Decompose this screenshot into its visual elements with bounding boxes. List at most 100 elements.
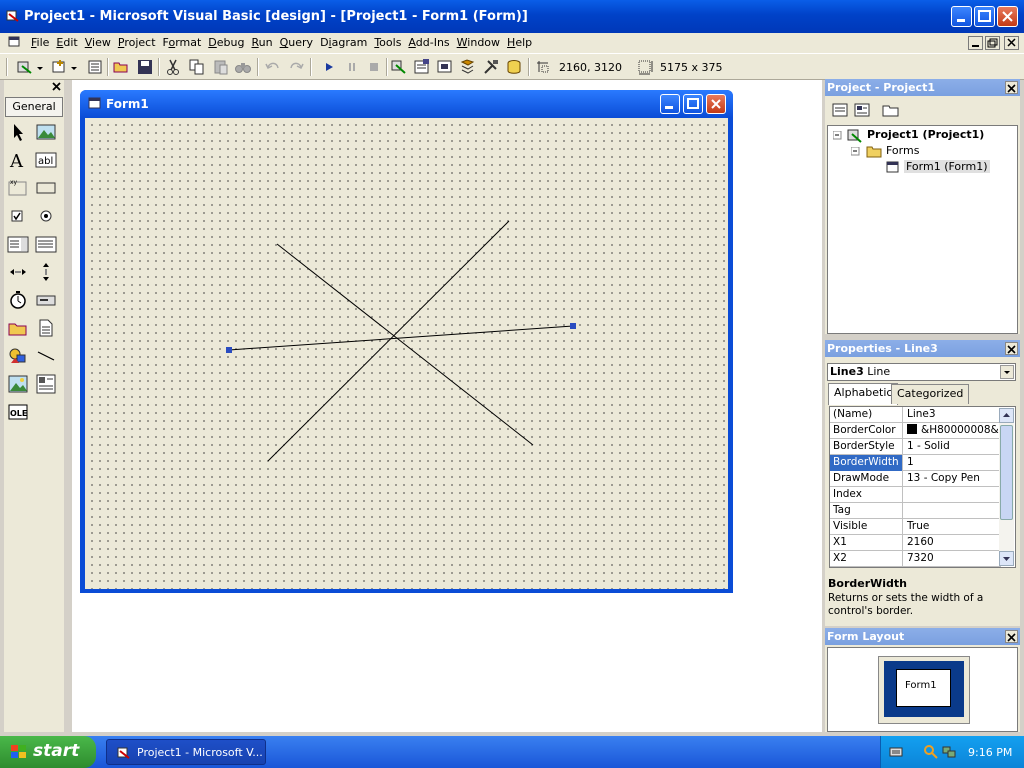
menu-edit[interactable]: Edit [53, 36, 80, 49]
tree-item-forms-folder[interactable]: Forms [886, 144, 919, 157]
property-row[interactable]: Tag [830, 503, 1001, 519]
break-icon[interactable] [343, 58, 361, 76]
selection-handle[interactable] [570, 323, 576, 329]
view-object-icon[interactable] [853, 101, 871, 119]
property-row[interactable]: BorderStyle 1 - Solid [830, 439, 1001, 455]
property-value[interactable]: 1 - Solid [905, 439, 1001, 455]
property-row[interactable]: (Name) Line3 [830, 407, 1001, 423]
property-row[interactable]: Index [830, 487, 1001, 503]
label-tool-icon[interactable]: A [7, 149, 29, 171]
commandbutton-tool-icon[interactable] [35, 177, 57, 199]
form-title-bar[interactable]: Form1 [80, 90, 733, 118]
property-row[interactable]: X1 2160 [830, 535, 1001, 551]
property-value[interactable] [905, 503, 1001, 519]
toolbox-icon[interactable] [482, 58, 500, 76]
add-project-icon[interactable] [16, 58, 34, 76]
project-panel-close-button[interactable] [1005, 81, 1018, 94]
dirlistbox-tool-icon[interactable] [7, 317, 29, 339]
property-value[interactable]: &H80000008& [905, 423, 1001, 439]
filelistbox-tool-icon[interactable] [35, 317, 57, 339]
properties-panel-close-button[interactable] [1005, 342, 1018, 355]
line-control-2[interactable] [267, 220, 510, 462]
mdi-restore-button[interactable] [985, 36, 1000, 50]
menu-format[interactable]: Format [160, 36, 205, 49]
taskbar-item-vb[interactable]: Project1 - Microsoft V... [106, 739, 266, 765]
toolbar-grip[interactable] [6, 58, 8, 76]
line-control-line3[interactable] [228, 325, 574, 351]
property-value[interactable]: 13 - Copy Pen [905, 471, 1001, 487]
menu-window[interactable]: Window [454, 36, 503, 49]
form-layout-icon[interactable] [436, 58, 454, 76]
cut-icon[interactable] [164, 58, 182, 76]
form-icon[interactable] [88, 97, 101, 110]
menu-query[interactable]: Query [277, 36, 316, 49]
form-layout-close-button[interactable] [1005, 630, 1018, 643]
menu-diagram[interactable]: Diagram [317, 36, 370, 49]
property-row[interactable]: BorderColor &H80000008& [830, 423, 1001, 439]
form-close-button[interactable] [706, 94, 726, 114]
search-icon[interactable] [923, 744, 939, 760]
menu-project[interactable]: Project [115, 36, 159, 49]
copy-icon[interactable] [188, 58, 206, 76]
menu-file[interactable]: File [28, 36, 52, 49]
property-value[interactable]: 1 [905, 455, 1001, 471]
find-icon[interactable] [234, 58, 252, 76]
frame-tool-icon[interactable]: xy [7, 177, 29, 199]
property-row[interactable]: DrawMode 13 - Copy Pen [830, 471, 1001, 487]
vb-app-icon[interactable] [6, 9, 20, 23]
paste-icon[interactable] [212, 58, 230, 76]
close-icon[interactable] [50, 81, 63, 93]
menu-tools[interactable]: Tools [371, 36, 404, 49]
scroll-up-icon[interactable] [999, 408, 1014, 423]
document-icon[interactable] [8, 36, 21, 48]
line-tool-icon[interactable] [35, 345, 57, 367]
tab-alphabetic[interactable]: Alphabetic [828, 383, 899, 405]
start-button[interactable]: start [0, 736, 96, 768]
open-folder-icon[interactable] [112, 58, 130, 76]
menu-run[interactable]: Run [249, 36, 276, 49]
optionbutton-tool-icon[interactable] [35, 205, 57, 227]
menu-add-ins[interactable]: Add-Ins [405, 36, 452, 49]
start-run-icon[interactable] [320, 58, 338, 76]
timer-tool-icon[interactable] [7, 289, 29, 311]
property-row[interactable]: Visible True [830, 519, 1001, 535]
collapse-icon[interactable] [851, 147, 860, 156]
picturebox-tool-icon[interactable] [35, 121, 57, 143]
menu-view[interactable]: View [82, 36, 114, 49]
form-minimize-button[interactable] [660, 94, 680, 114]
dropdown-arrow-icon[interactable] [70, 58, 78, 76]
object-browser-icon[interactable] [459, 58, 477, 76]
keyboard-icon[interactable] [889, 745, 903, 759]
undo-icon[interactable] [264, 58, 282, 76]
dropdown-arrow-icon[interactable] [36, 58, 44, 76]
property-grid-scrollbar[interactable] [999, 408, 1014, 566]
listbox-tool-icon[interactable] [35, 233, 57, 255]
save-icon[interactable] [136, 58, 154, 76]
menu-help[interactable]: Help [504, 36, 535, 49]
mdi-close-button[interactable] [1004, 36, 1019, 50]
hscrollbar-tool-icon[interactable] [7, 261, 29, 283]
selection-handle[interactable] [226, 347, 232, 353]
tab-categorized[interactable]: Categorized [891, 384, 970, 404]
properties-window-icon[interactable] [413, 58, 431, 76]
tree-item-form1[interactable]: Form1 (Form1) [904, 160, 990, 173]
shape-tool-icon[interactable] [7, 345, 29, 367]
toggle-folders-icon[interactable] [881, 101, 901, 119]
property-row[interactable]: X2 7320 [830, 551, 1001, 567]
form-maximize-button[interactable] [683, 94, 703, 114]
property-row[interactable]: BorderWidth 1 [830, 455, 1001, 471]
end-icon[interactable] [365, 58, 383, 76]
textbox-tool-icon[interactable]: abl [35, 149, 57, 171]
checkbox-tool-icon[interactable] [7, 205, 29, 227]
line-control-1[interactable] [276, 243, 534, 446]
property-value[interactable]: 2160 [905, 535, 1001, 551]
redo-icon[interactable] [287, 58, 305, 76]
vscrollbar-tool-icon[interactable] [35, 261, 57, 283]
image-tool-icon[interactable] [7, 373, 29, 395]
add-form-icon[interactable] [50, 58, 68, 76]
data-view-icon[interactable] [505, 58, 523, 76]
scroll-down-icon[interactable] [999, 551, 1014, 566]
form-layout-form[interactable]: Form1 [896, 669, 951, 707]
menu-editor-icon[interactable] [86, 58, 104, 76]
toolbox-tab-general[interactable]: General [5, 97, 63, 117]
